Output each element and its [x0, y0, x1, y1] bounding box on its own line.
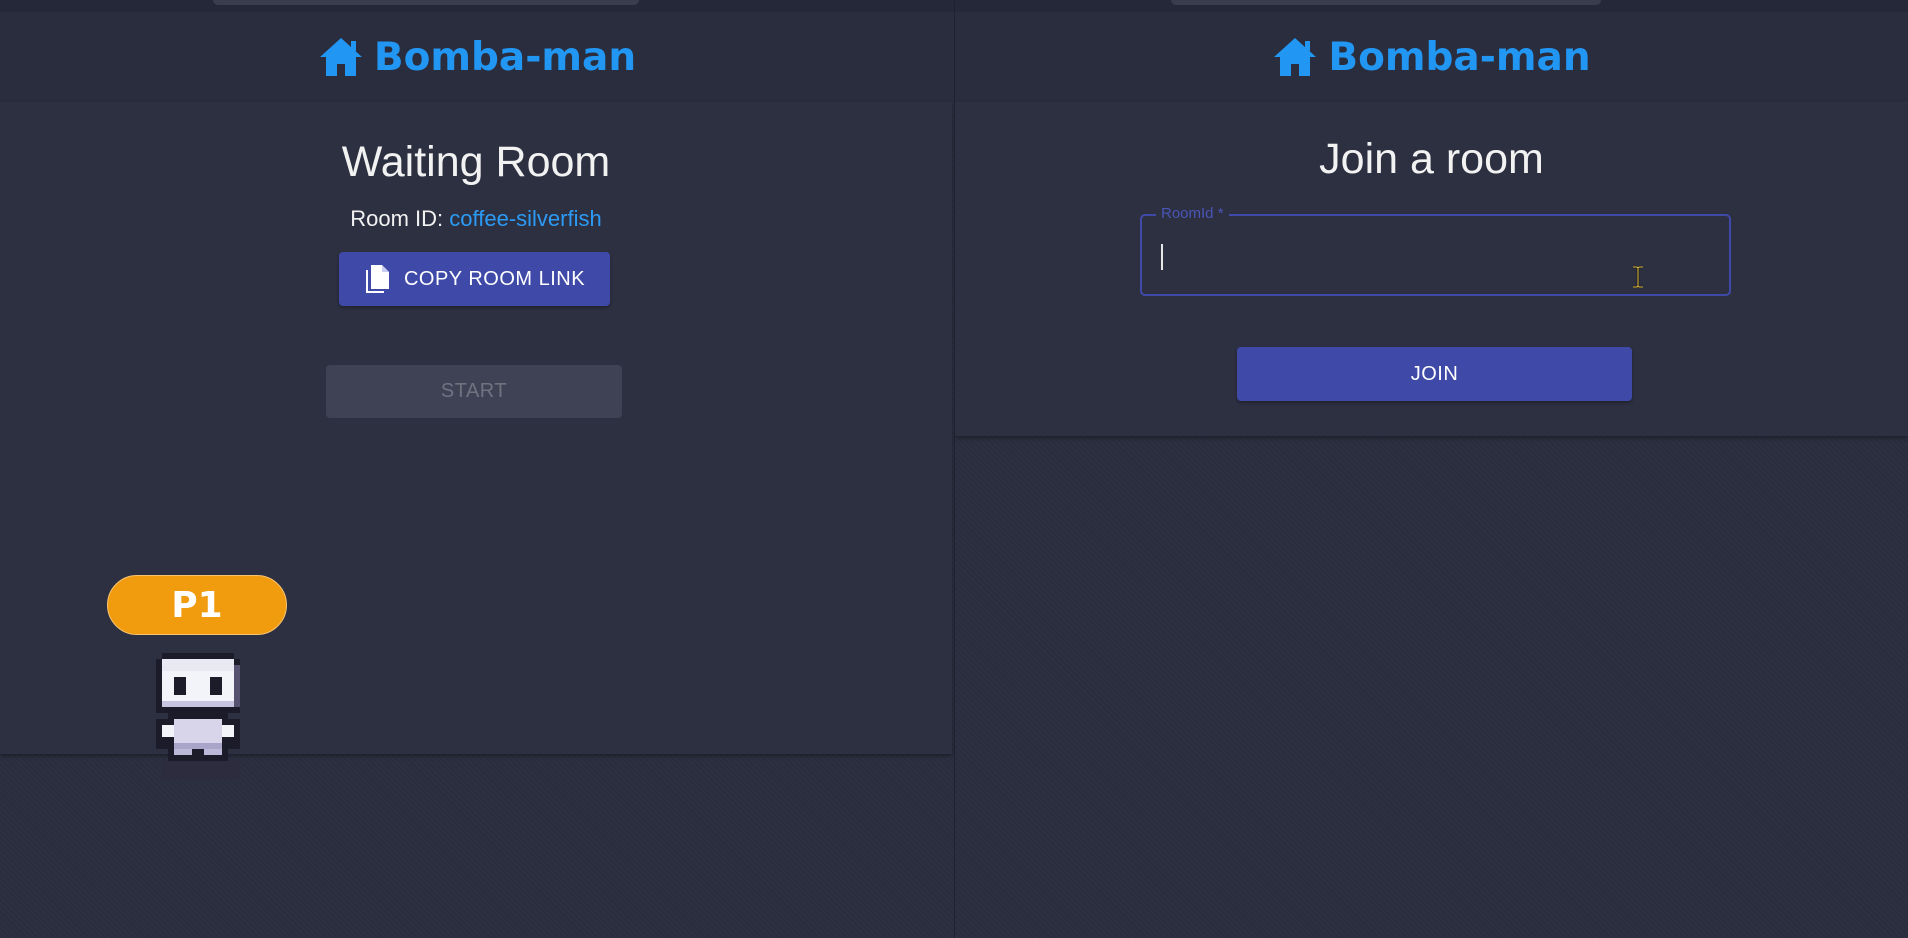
copy-room-link-label: COPY ROOM LINK — [403, 267, 586, 290]
left-browser-pane: Bomba-man Waiting Room Room ID: coffee-s… — [0, 0, 954, 938]
start-button-label: START — [440, 380, 508, 402]
brand-title: Bomba-man — [1328, 34, 1591, 80]
room-id-field: RoomId * — [1140, 205, 1731, 296]
room-id-label: Room ID: — [350, 206, 444, 231]
browser-tab-strip[interactable] — [1171, 0, 1601, 5]
brand-link[interactable]: Bomba-man — [318, 35, 636, 80]
room-id-line: Room ID: coffee-silverfish — [0, 206, 952, 232]
join-room-card: Join a room RoomId * JOIN — [955, 102, 1908, 436]
screen: Bomba-man Waiting Room Room ID: coffee-s… — [0, 0, 1908, 938]
browser-tab-strip[interactable] — [213, 0, 639, 5]
brand-title: Bomba-man — [373, 34, 637, 80]
app-header: Bomba-man — [955, 12, 1908, 102]
room-id-value: coffee-silverfish — [449, 206, 602, 231]
copy-room-link-button[interactable]: COPY ROOM LINK — [339, 252, 610, 306]
waiting-room-card: Waiting Room Room ID: coffee-silverfish … — [0, 102, 952, 779]
page-title: Waiting Room — [341, 138, 611, 186]
start-button[interactable]: START — [326, 365, 622, 418]
join-button-label: JOIN — [1410, 362, 1459, 385]
home-icon — [1274, 38, 1317, 76]
home-icon — [319, 38, 362, 76]
player-avatar — [156, 653, 240, 779]
copy-icon — [365, 265, 389, 293]
player-badge-p1: P1 — [107, 575, 287, 635]
text-caret — [1161, 244, 1163, 270]
text-cursor-icon — [1633, 266, 1643, 288]
app-header: Bomba-man — [0, 12, 954, 102]
brand-link[interactable]: Bomba-man — [1272, 34, 1591, 80]
join-button[interactable]: JOIN — [1237, 347, 1632, 401]
right-browser-pane: Bomba-man Join a room RoomId * JOIN — [955, 0, 1908, 938]
page-title: Join a room — [1319, 135, 1544, 183]
